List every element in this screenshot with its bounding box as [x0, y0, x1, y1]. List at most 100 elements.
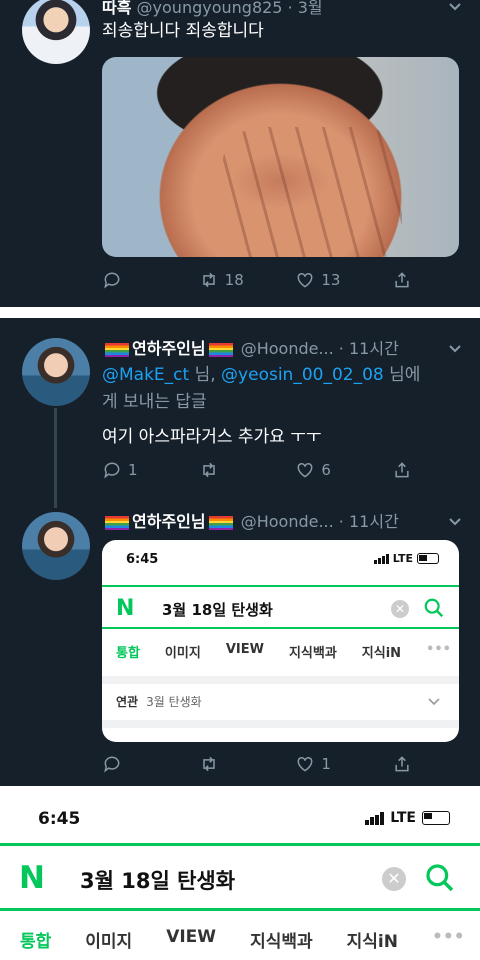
like-button[interactable]: 6	[295, 460, 355, 480]
retweet-button[interactable]	[199, 460, 259, 480]
reply-context: @MakE_ct 님, @yeosin_00_02_08 님에 게 보내는 답글	[102, 362, 420, 416]
tab-knowledge-in: 지식iN	[361, 646, 402, 661]
share-button[interactable]	[392, 754, 412, 774]
heart-icon	[297, 756, 313, 772]
reply-button[interactable]	[102, 754, 162, 774]
share-icon	[395, 462, 409, 478]
heart-icon	[297, 462, 313, 478]
mention-line-2: 게 보내는 답글	[102, 392, 207, 412]
more-icon[interactable]: •••	[432, 927, 465, 952]
mention-tail: 님에	[383, 365, 421, 385]
tab-images: 이미지	[164, 646, 201, 661]
search-tabs: 통합 이미지 VIEW 지식백과 지식iN •••	[20, 927, 465, 952]
mention-link[interactable]: @yeosin_00_02_08	[221, 365, 384, 385]
divider	[102, 720, 459, 728]
tweet-header: 연하주인님 @Hoonde... · 11시간	[102, 335, 399, 359]
rainbow-flag-icon	[208, 515, 233, 530]
like-button[interactable]: 13	[295, 270, 355, 290]
tab-knowledge-in[interactable]: 지식iN	[347, 927, 398, 952]
retweet-icon	[202, 272, 215, 288]
search-query: 3월 18일 탄생화	[162, 601, 273, 619]
tweet-text: 죄송합니다 죄송합니다	[102, 21, 264, 41]
more-icon: •••	[426, 642, 451, 657]
reply-icon	[104, 462, 120, 479]
dot-separator: ·	[282, 0, 298, 17]
like-count: 13	[321, 271, 341, 289]
retweet-icon	[202, 462, 215, 478]
retweet-icon	[202, 756, 215, 772]
tab-integrated: 통합	[116, 646, 140, 661]
share-icon	[395, 272, 409, 288]
display-name[interactable]: 연하주인님	[132, 339, 206, 358]
related-value: 3월 탄생화	[146, 695, 202, 709]
status-time: 6:45	[126, 552, 159, 567]
tweet-1: 따흑 @youngyoung825 · 3월 죄송합니다 죄송합니다 18 13	[0, 0, 480, 307]
handle[interactable]: @Hoonde...	[241, 512, 334, 531]
tweet-screenshot-image[interactable]: 6:45 LTE N 3월 18일 탄생화 ✕ 통합 이미지 VIEW 지식백과…	[102, 540, 459, 742]
timestamp[interactable]: 11시간	[349, 339, 399, 358]
divider	[102, 676, 459, 684]
network-label: LTE	[392, 552, 413, 565]
reply-icon	[104, 272, 120, 289]
status-bar: 6:45 LTE	[102, 540, 459, 578]
handle[interactable]: @Hoonde...	[241, 339, 334, 358]
tab-encyclopedia[interactable]: 지식백과	[250, 927, 313, 952]
status-time: 6:45	[38, 809, 81, 829]
chevron-down-icon[interactable]	[448, 0, 462, 12]
tweet-photo[interactable]	[102, 57, 459, 257]
section-divider	[0, 307, 480, 318]
heart-icon	[297, 272, 313, 288]
tweet-header: 따흑 @youngyoung825 · 3월	[102, 0, 323, 18]
chevron-down-icon[interactable]	[448, 340, 462, 354]
avatar[interactable]	[22, 512, 90, 580]
rainbow-flag-icon	[105, 515, 129, 530]
retweet-button[interactable]: 18	[199, 270, 259, 290]
display-name[interactable]: 따흑	[102, 0, 131, 17]
share-button[interactable]	[392, 270, 412, 290]
naver-logo-icon: N	[116, 596, 135, 621]
search-icon[interactable]	[424, 862, 456, 898]
naver-search-screenshot: 6:45 LTE N 3월 18일 탄생화 ✕ 통합 이미지 VIEW 지식백과…	[0, 786, 480, 960]
share-icon	[395, 756, 409, 772]
rainbow-flag-icon	[105, 342, 129, 357]
like-button[interactable]: 1	[295, 754, 355, 774]
share-button[interactable]	[392, 460, 412, 480]
chevron-down-icon[interactable]	[448, 513, 462, 527]
timestamp[interactable]: 11시간	[349, 512, 399, 531]
tweet-actions: 18 13	[102, 270, 412, 290]
clear-icon: ✕	[391, 600, 409, 618]
clear-icon[interactable]: ✕	[382, 867, 406, 891]
tab-integrated[interactable]: 통합	[20, 927, 51, 952]
reply-button[interactable]	[102, 270, 162, 290]
rainbow-flag-icon	[208, 342, 233, 357]
mention-link[interactable]: @MakE_ct	[102, 365, 189, 385]
search-query[interactable]: 3월 18일 탄생화	[80, 865, 235, 895]
related-label: 연관	[116, 695, 139, 709]
retweet-count: 18	[224, 271, 244, 289]
battery-icon	[417, 553, 439, 564]
display-name[interactable]: 연하주인님	[132, 512, 206, 531]
reply-button[interactable]: 1	[102, 460, 162, 480]
like-count: 1	[321, 755, 331, 773]
signal-bars-icon	[365, 811, 385, 825]
handle[interactable]: @youngyoung825	[137, 0, 283, 17]
dot-separator: ·	[333, 512, 349, 531]
search-icon	[423, 597, 445, 623]
signal-bars-icon	[373, 553, 389, 564]
thread-line	[54, 408, 57, 508]
tab-images[interactable]: 이미지	[85, 927, 132, 952]
retweet-button[interactable]	[199, 754, 259, 774]
avatar[interactable]	[22, 0, 90, 64]
reply-count: 1	[128, 461, 138, 479]
photo-detail	[222, 127, 402, 257]
tab-view: VIEW	[225, 642, 264, 657]
tweet-text: 여기 아스파라거스 추가요 ㅜㅜ	[102, 427, 322, 447]
dot-separator: ·	[333, 339, 349, 358]
naver-logo-icon: N	[19, 860, 45, 896]
search-bar: N 3월 18일 탄생화 ✕	[0, 843, 480, 911]
mention-separator: 님,	[189, 365, 222, 385]
tweet-actions: 1	[102, 754, 412, 774]
avatar[interactable]	[22, 338, 90, 406]
timestamp[interactable]: 3월	[298, 0, 323, 17]
tab-view[interactable]: VIEW	[166, 927, 216, 952]
